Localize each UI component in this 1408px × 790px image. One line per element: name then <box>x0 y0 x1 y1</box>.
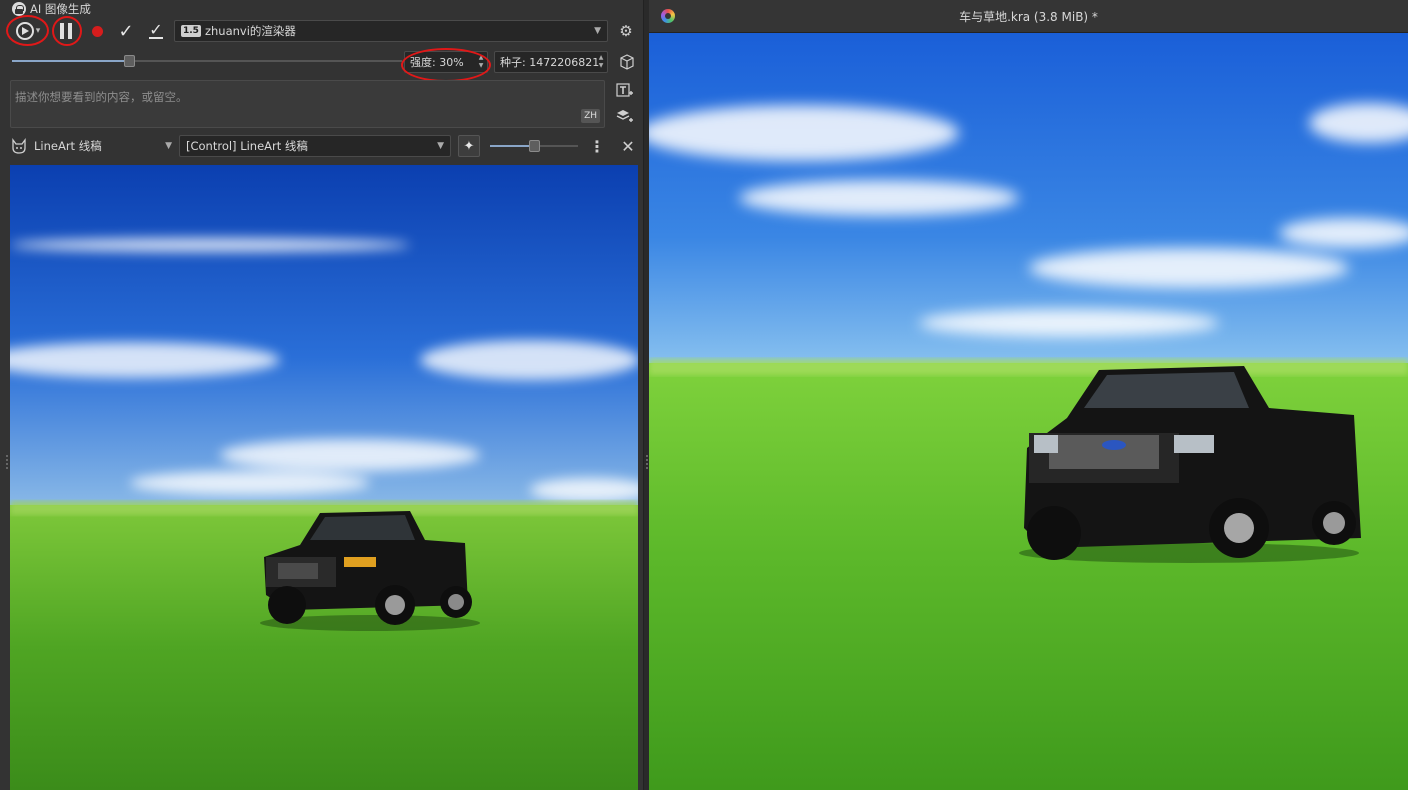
document-title-bar: 车与草地.kra (3.8 MiB) * <box>649 0 1408 33</box>
apply-as-layer-button[interactable]: ✓ <box>144 19 168 43</box>
ai-image-docker: AI 图像生成 ▾ ✓ ✓ 1.5 zhuanvi的渲染器 ▼ ⚙ 强度: 30… <box>0 0 648 790</box>
dice-cube-icon <box>620 54 634 70</box>
slider-fill <box>490 145 534 147</box>
seed-value: 种子: 1472206821 <box>500 56 600 69</box>
generate-button[interactable]: ▾ <box>8 18 48 44</box>
splitter-grip[interactable] <box>646 455 648 469</box>
spin-arrows[interactable]: ▲ ▼ <box>475 52 487 72</box>
chevron-down-icon: ▼ <box>437 141 444 151</box>
strength-spinbox[interactable]: 强度: 30% ▲ ▼ <box>404 51 488 73</box>
check-underline-icon: ✓ <box>149 20 163 39</box>
chevron-down-icon: ▾ <box>35 26 41 36</box>
prompt-placeholder: 描述你想要看到的内容，或留空。 <box>15 90 188 104</box>
remove-control-button[interactable]: ✕ <box>618 136 638 156</box>
text-add-icon <box>616 83 633 97</box>
workspace-name: zhuanvi的渲染器 <box>204 24 296 38</box>
pause-icon <box>60 23 72 39</box>
slider-handle[interactable] <box>529 140 540 152</box>
pause-button[interactable] <box>53 19 79 43</box>
seed-spinbox[interactable]: 种子: 1472206821 ▲ ▼ <box>494 51 608 73</box>
record-icon <box>91 25 103 37</box>
control-layer-label: [Control] LineArt 线稿 <box>186 139 308 153</box>
cat-icon <box>12 138 26 154</box>
prompt-input[interactable]: 描述你想要看到的内容，或留空。 ZH <box>10 80 605 128</box>
add-control-layer-button[interactable] <box>614 106 636 126</box>
krita-icon <box>661 9 675 23</box>
document-title: 车与草地.kra (3.8 MiB) * <box>959 9 1098 24</box>
more-vertical-icon: ⋮ <box>589 136 605 156</box>
more-options-button[interactable]: ⋮ <box>588 136 606 156</box>
control-type-label: LineArt 线稿 <box>34 139 102 153</box>
docker-title-bar: AI 图像生成 <box>0 0 648 18</box>
sparkle-icon: ✦ <box>463 138 475 154</box>
chevron-down-icon: ▼ <box>594 26 601 36</box>
record-button[interactable] <box>86 20 108 42</box>
layer-add-icon <box>616 110 633 122</box>
close-icon: ✕ <box>621 136 635 156</box>
play-icon <box>15 22 34 40</box>
gear-icon: ⚙ <box>619 22 633 40</box>
control-layer-select[interactable]: [Control] LineArt 线稿 ▼ <box>179 135 451 157</box>
generated-preview-image[interactable] <box>10 165 638 790</box>
control-type-icon <box>10 137 28 155</box>
workspace-select[interactable]: 1.5 zhuanvi的渲染器 ▼ <box>174 20 608 42</box>
spin-arrows[interactable]: ▲ ▼ <box>595 52 607 72</box>
docker-title: AI 图像生成 <box>30 2 91 16</box>
generate-control-button[interactable]: ✦ <box>458 135 480 157</box>
preview-scene <box>10 165 638 790</box>
language-badge[interactable]: ZH <box>581 109 600 123</box>
strength-value: 强度: 30% <box>410 56 464 69</box>
slider-handle[interactable] <box>124 55 135 67</box>
slider-fill <box>12 60 129 62</box>
canvas-image[interactable] <box>649 33 1408 790</box>
lock-icon[interactable] <box>12 2 26 16</box>
canvas-scene <box>649 33 1408 790</box>
control-type-select[interactable]: LineArt 线稿 ▼ <box>34 137 172 155</box>
strength-slider[interactable] <box>12 55 402 67</box>
model-version-badge: 1.5 <box>181 25 201 37</box>
control-strength-slider[interactable] <box>490 140 578 152</box>
document-canvas: 车与草地.kra (3.8 MiB) * <box>649 0 1408 790</box>
settings-button[interactable]: ⚙ <box>614 20 638 42</box>
random-seed-button[interactable] <box>616 51 638 73</box>
splitter-grip[interactable] <box>6 455 8 469</box>
chevron-down-icon: ▼ <box>165 141 172 151</box>
check-icon: ✓ <box>118 20 134 42</box>
apply-button[interactable]: ✓ <box>114 19 138 43</box>
add-text-prompt-button[interactable] <box>614 81 636 101</box>
